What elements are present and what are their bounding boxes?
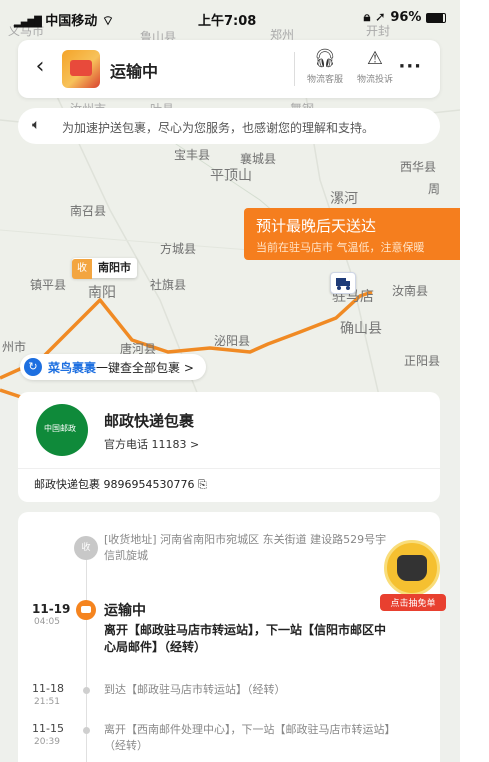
promo-label: 点击抽免单 — [380, 594, 446, 611]
promo-float[interactable]: 点击抽免单 — [378, 540, 446, 611]
map-label: 宝丰县 — [174, 148, 211, 162]
cainiao-logo-icon: ↻ — [24, 358, 42, 376]
truck-status-icon — [76, 600, 96, 620]
tracking-timeline: 收 [收货地址] 河南省南阳市宛城区 东关街道 建设路529号宇信凯旋城 11-… — [18, 512, 440, 762]
truck-marker-icon — [330, 272, 356, 294]
timeline-dot — [83, 687, 90, 694]
carrier-label: 中国移动 — [45, 14, 98, 29]
header-card: ‹ 运输中 🎧︎ 物流客服 ⚠︎ 物流投诉 ··· — [18, 40, 440, 98]
destination-marker[interactable]: 收南阳市 — [72, 258, 137, 279]
phone-screen: 义马市 鲁山县 郑州 开封 汝州市 叶县 舞钢 宝丰县 襄城县 西华县 平顶山 … — [0, 0, 460, 762]
status-bar: ▂▄▆█ 中国移动 ⌔ 上午7:08 🔒︎ ➚ 96% — [0, 0, 460, 36]
event-time: 20:39 — [34, 737, 60, 747]
warning-icon: ⚠︎ — [366, 48, 384, 69]
header-divider — [294, 52, 295, 86]
map-label: 方城县 — [160, 242, 197, 256]
map-label: 汝南县 — [392, 284, 429, 298]
battery-percent: 96% — [390, 10, 422, 25]
logistics-complaint-label: 物流投诉 — [356, 75, 393, 85]
event-desc: 离开【邮政驻马店市转运站】，下一站【信阳市邮区中心局邮件】（经转） — [104, 623, 387, 654]
event-date: 11-18 — [32, 682, 64, 695]
cainiao-brand: 菜鸟裹裹 — [48, 361, 97, 375]
promo-gift-icon — [384, 540, 440, 596]
receive-tag: 收 — [72, 259, 92, 279]
delivery-address: [收货地址] 河南省南阳市宛城区 东关街道 建设路529号宇信凯旋城 — [104, 533, 387, 562]
destination-city: 南阳市 — [98, 261, 131, 274]
headset-icon: 🎧︎ — [313, 48, 337, 69]
map-label: 南召县 — [70, 204, 107, 218]
logistics-service-label: 物流客服 — [306, 75, 343, 85]
back-button[interactable]: ‹ — [28, 54, 52, 84]
speaker-icon: 🔈︎ — [32, 117, 41, 133]
event-desc: 离开【西南邮件处理中心】，下一站【邮政驻马店市转运站】（经转） — [104, 723, 390, 752]
map-label: 泌阳县 — [214, 334, 251, 348]
divider — [18, 468, 440, 469]
page-title: 运输中 — [110, 62, 159, 81]
event-desc: 到达【邮政驻马店市转运站】（经转） — [104, 683, 286, 696]
eta-main: 预计最晚后天送达 — [256, 217, 377, 235]
notice-text: 为加速护送包裹，尽心为您服务，也感谢您的理解和支持。 — [62, 121, 375, 135]
eta-banner: 预计最晚后天送达 当前在驻马店市 气温低，注意保暖 — [244, 208, 460, 260]
more-button[interactable]: ··· — [398, 56, 422, 77]
cainiao-link[interactable]: ↻ 菜鸟裹裹一键查全部包裹 > — [20, 354, 206, 380]
map-label: 社旗县 — [150, 278, 187, 292]
courier-name: 邮政快递包裹 — [104, 412, 195, 430]
carrier-name: ▂▄▆█ 中国移动 ⌔ — [14, 10, 114, 29]
china-post-logo-text: 中国邮政 — [44, 424, 76, 433]
event-status: 运输中 — [104, 603, 146, 619]
wifi-icon: ⌔ — [101, 14, 115, 29]
map-label: 确山县 — [340, 321, 382, 337]
event-date: 11-15 — [32, 722, 64, 735]
map-label: 南阳 — [88, 285, 116, 301]
china-post-logo: 中国邮政 — [36, 404, 88, 456]
map-label: 正阳县 — [404, 354, 441, 368]
map-label: 周 — [428, 182, 441, 196]
product-thumbnail[interactable] — [62, 50, 100, 88]
cainiao-text: 一键查全部包裹 > — [96, 361, 194, 375]
map-label: 平顶山 — [210, 168, 252, 184]
map-label: 州市 — [2, 340, 27, 354]
courier-card: 中国邮政 邮政快递包裹 官方电话 11183 > 邮政快递包裹 98969545… — [18, 392, 440, 502]
event-time: 21:51 — [34, 697, 60, 707]
courier-phone-link[interactable]: 官方电话 11183 > — [104, 436, 199, 452]
status-time: 上午7:08 — [198, 14, 257, 29]
status-battery: 🔒︎ ➚ 96% — [363, 10, 446, 25]
notice-banner: 🔈︎ 为加速护送包裹，尽心为您服务，也感谢您的理解和支持。 — [18, 108, 440, 144]
event-time: 04:05 — [34, 617, 60, 627]
map-label: 西华县 — [400, 160, 437, 174]
logistics-service-button[interactable]: 🎧︎ 物流客服 — [302, 48, 348, 85]
tracking-number[interactable]: 邮政快递包裹 9896954530776 ⎘ — [34, 476, 207, 492]
lock-icon: 🔒︎ — [363, 10, 371, 25]
eta-sub: 当前在驻马店市 气温低，注意保暖 — [256, 241, 425, 254]
location-icon: ➚ — [374, 10, 386, 25]
event-date: 11-19 — [32, 602, 71, 616]
map-label: 漯河 — [330, 191, 358, 207]
signal-icon: ▂▄▆█ — [14, 17, 42, 28]
battery-icon — [426, 12, 446, 23]
logistics-complaint-button[interactable]: ⚠︎ 物流投诉 — [352, 48, 398, 85]
address-badge: 收 — [74, 536, 98, 560]
map-label: 镇平县 — [30, 278, 67, 292]
timeline-dot — [83, 727, 90, 734]
